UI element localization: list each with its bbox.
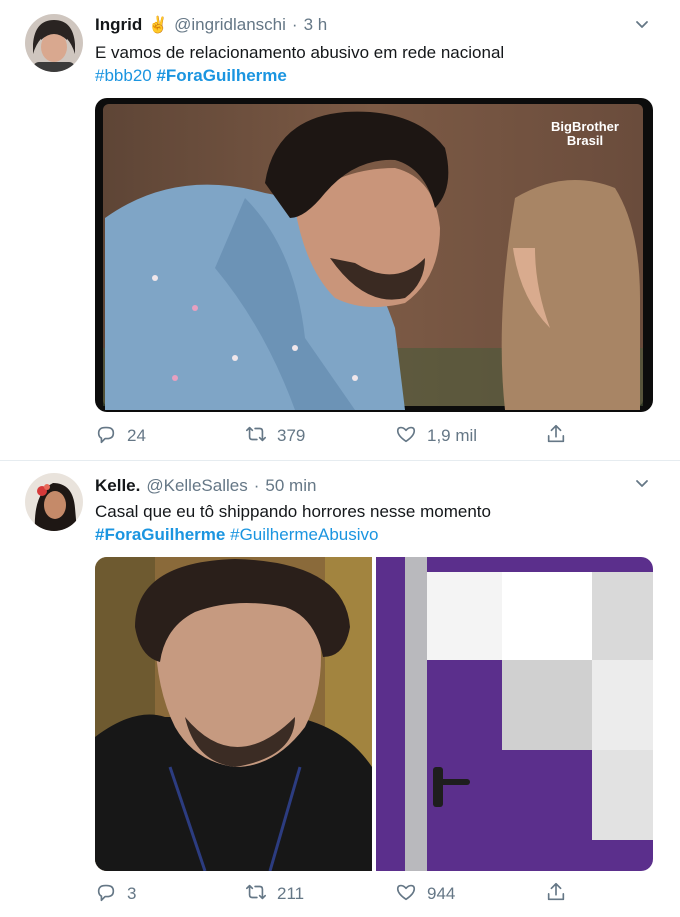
share-icon: [545, 881, 567, 908]
tweet[interactable]: Ingrid ✌ @ingridlanschi · 3 h E vamos de…: [0, 0, 680, 460]
tweet-photo-right: [376, 557, 653, 871]
tweet-text: Casal que eu tô shippando horrores nesse…: [95, 502, 491, 521]
like-count: 944: [427, 884, 456, 903]
share-button[interactable]: [545, 421, 567, 451]
hashtag-link[interactable]: #ForaGuilherme: [156, 66, 286, 85]
reply-button[interactable]: 24: [95, 421, 146, 451]
reply-icon: [95, 423, 117, 450]
like-button[interactable]: 1,9 mil: [395, 421, 477, 451]
hashtag-link[interactable]: #GuilhermeAbusivo: [230, 525, 378, 544]
separator-dot: ·: [291, 15, 298, 34]
retweet-button[interactable]: 211: [245, 879, 304, 909]
tweet-photo-grid: [95, 557, 653, 871]
display-name[interactable]: Kelle.: [95, 476, 140, 496]
hashtags: #ForaGuilherme #GuilhermeAbusivo: [95, 523, 378, 546]
reply-icon: [95, 881, 117, 908]
timestamp[interactable]: 3 h: [304, 15, 328, 35]
retweet-count: 379: [277, 426, 306, 445]
retweet-icon: [245, 881, 267, 908]
tweet-photo[interactable]: BigBrother Brasil: [95, 98, 653, 412]
channel-logo: BigBrother Brasil: [551, 119, 619, 148]
reply-count: 24: [127, 426, 146, 445]
hashtags: #bbb20 #ForaGuilherme: [95, 64, 287, 87]
avatar[interactable]: [25, 14, 83, 72]
retweet-count: 211: [277, 884, 305, 903]
like-icon: [395, 881, 417, 908]
chevron-down-icon[interactable]: [634, 16, 650, 32]
reply-count: 3: [127, 884, 137, 903]
tweet-text: E vamos de relacionamento abusivo em red…: [95, 43, 505, 62]
share-icon: [545, 423, 567, 450]
share-button[interactable]: [545, 879, 567, 909]
timestamp[interactable]: 50 min: [265, 476, 316, 496]
like-button[interactable]: 944: [395, 879, 455, 909]
hashtag-link[interactable]: #bbb20: [95, 66, 152, 85]
tweet[interactable]: Kelle. @KelleSalles · 50 min Casal que e…: [0, 461, 680, 917]
avatar[interactable]: [25, 473, 83, 531]
tweet-header: Ingrid ✌ @ingridlanschi · 3 h: [95, 14, 327, 36]
tweet-actions: 3 211 944: [95, 879, 655, 909]
tweet-actions: 24 379 1,9 mil: [95, 421, 655, 451]
display-name[interactable]: Ingrid: [95, 15, 142, 35]
reply-button[interactable]: 3: [95, 879, 136, 909]
chevron-down-icon[interactable]: [634, 475, 650, 491]
like-count: 1,9 mil: [427, 426, 478, 445]
tweet-photo-left: [95, 557, 372, 871]
victory-hand-emoji: ✌: [148, 17, 169, 34]
retweet-button[interactable]: 379: [245, 421, 305, 451]
retweet-icon: [245, 423, 267, 450]
hashtag-link[interactable]: #ForaGuilherme: [95, 525, 225, 544]
tweet-header: Kelle. @KelleSalles · 50 min: [95, 475, 316, 497]
like-icon: [395, 423, 417, 450]
user-handle[interactable]: @ingridlanschi: [174, 15, 286, 35]
user-handle[interactable]: @KelleSalles: [146, 476, 247, 496]
separator-dot: ·: [253, 476, 260, 495]
